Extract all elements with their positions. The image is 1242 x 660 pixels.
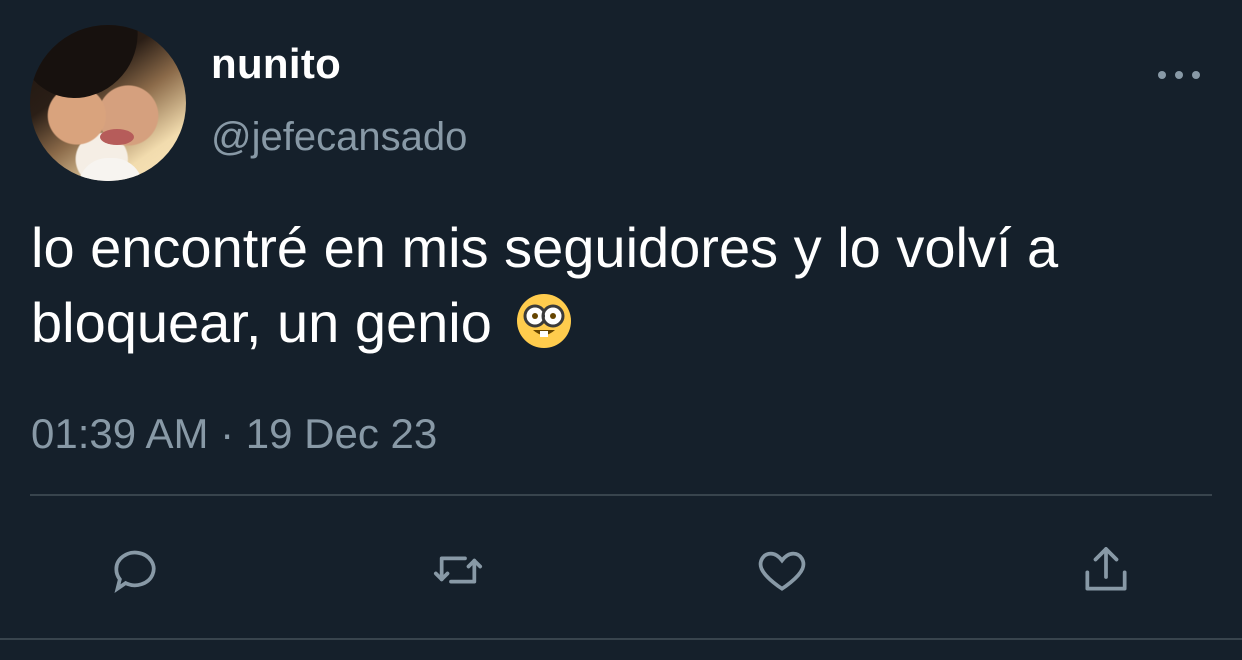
divider [30,494,1212,496]
avatar[interactable] [30,25,186,181]
more-dot [1175,71,1183,79]
share-icon[interactable] [1076,540,1136,600]
tweet-timestamp: 01:39 AM · 19 Dec 23 [31,410,438,457]
tweet-text: lo encontré en mis seguidores y lo volví… [31,210,1221,360]
avatar-lips [100,129,134,145]
display-name[interactable]: nunito [211,40,341,88]
bottom-border [0,638,1242,640]
avatar-collar [78,158,143,181]
more-dot [1158,71,1166,79]
avatar-hair [30,25,148,107]
nerd-face-emoji-icon [515,292,573,350]
like-icon[interactable] [752,540,812,600]
reply-icon[interactable] [105,540,165,600]
user-handle[interactable]: @jefecansado [211,115,467,160]
more-dot [1192,71,1200,79]
retweet-icon[interactable] [428,540,488,600]
more-options-icon[interactable] [1154,63,1204,87]
tweet-actions [0,540,1242,600]
